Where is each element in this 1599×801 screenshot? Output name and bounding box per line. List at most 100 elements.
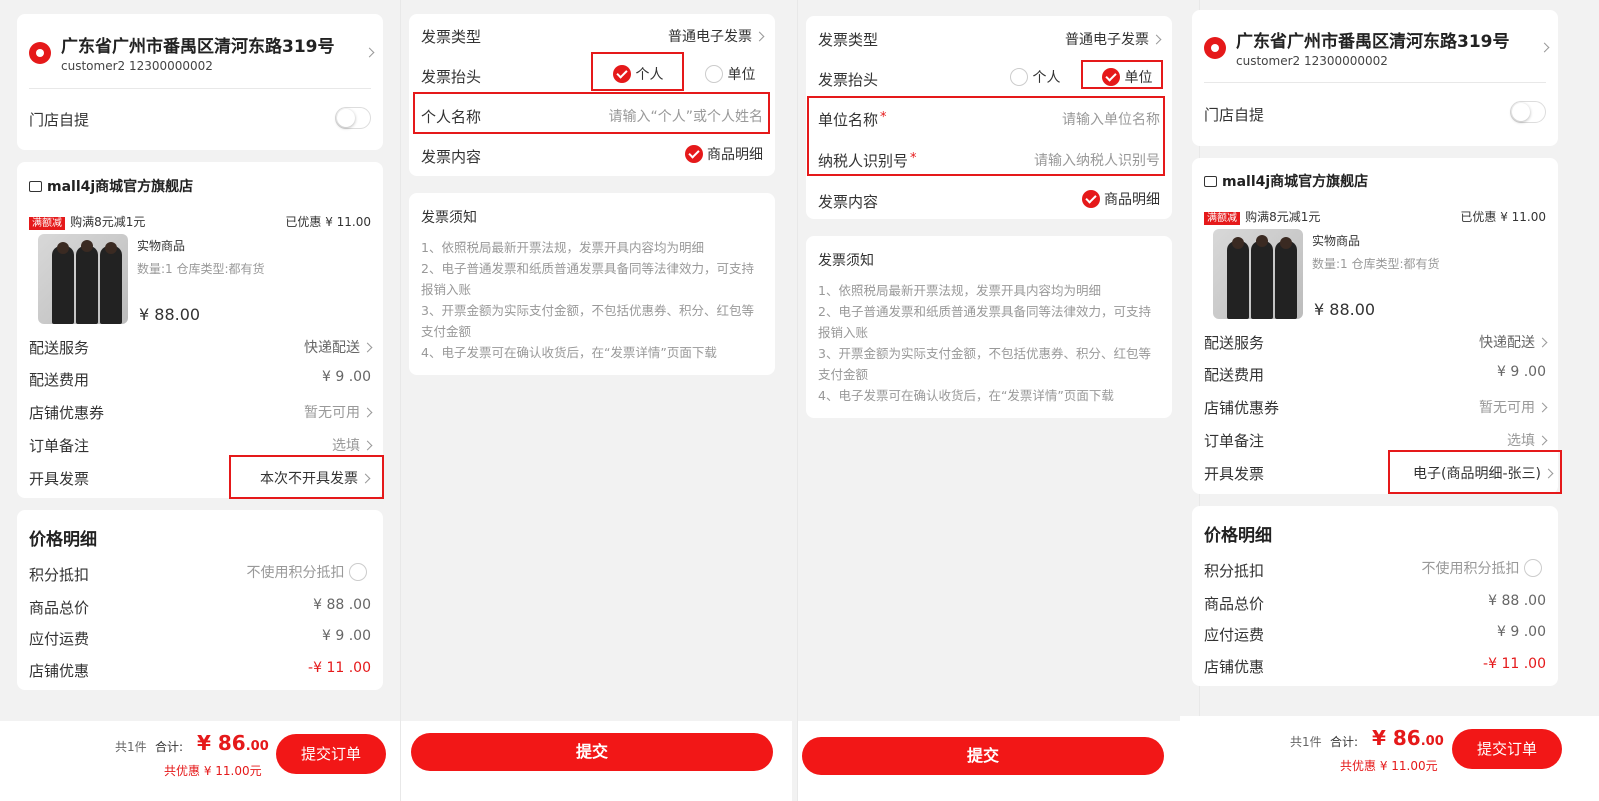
location-pin-icon [1204,37,1226,59]
product-image[interactable] [1213,229,1303,319]
sum-label: 合计: [155,740,184,754]
chevron-right-icon [364,47,375,58]
price-title: 价格明细 [29,530,97,550]
coupon-value: 暂无可用 [304,405,360,421]
order-panel-2: 广东省广州市番禺区清河东路319号 customer2 12300000002 … [1180,0,1599,801]
fee-value: ¥ 9 .00 [322,369,371,385]
invoice-personal-panel: 发票类型 普通电子发票 发票抬头 个人 单位 个人名称 请输入“个人”或个人姓名… [400,0,792,801]
product-image[interactable] [38,234,128,324]
remark-value: 选填 [332,438,360,454]
coupon-row[interactable]: 暂无可用 [304,402,373,422]
remark-row[interactable]: 选填 [1507,430,1548,450]
points-value: 不使用积分抵扣 [246,565,345,581]
radio-unchecked-icon [705,65,723,83]
notice-item: 2、电子普通发票和纸质普通发票具备同等法律效力，可支持报销入账 [818,304,1151,340]
points-radio[interactable] [349,563,367,581]
chevron-right-icon [362,440,373,451]
invoice-type-row[interactable]: 普通电子发票 [1065,29,1162,49]
address-card[interactable]: 广东省广州市番禺区清河东路319号 customer2 12300000002 … [17,14,383,150]
pickup-toggle[interactable] [335,107,371,129]
fee-value: ¥ 9 .00 [1497,364,1546,380]
notice-title: 发票须知 [421,210,477,226]
price-title: 价格明细 [1204,526,1272,546]
delivery-label: 配送服务 [29,339,90,357]
remark-row[interactable]: 选填 [332,435,373,455]
price-card: 价格明细 积分抵扣 不使用积分抵扣 商品总价 ¥ 88 .00 应付运费 ¥ 9… [17,510,383,690]
shop-name: mall4j商城官方旗舰店 [29,176,193,196]
chevron-right-icon [1537,435,1548,446]
goods-total-value: ¥ 88 .00 [1488,593,1546,609]
chevron-right-icon [754,31,765,42]
promo-badge: 满额减 [29,217,65,230]
goods-total-label: 商品总价 [1204,595,1265,613]
opt-company-label: 单位 [727,67,756,83]
opt-personal-label: 个人 [1032,70,1061,86]
invoice-type-value: 普通电子发票 [1065,32,1149,48]
content-option[interactable]: 商品明细 [1081,189,1160,209]
promo-row: 满额减 购满8元减1元 [29,211,145,230]
address-text: 广东省广州市番禺区清河东路319号 [61,37,335,57]
shop-name-text: mall4j商城官方旗舰店 [47,179,194,195]
radio-unchecked-icon [1010,68,1028,86]
delivery-value: 快递配送 [1479,335,1535,351]
chevron-right-icon [362,342,373,353]
points-row[interactable]: 不使用积分抵扣 [1422,558,1542,578]
coupon-row[interactable]: 暂无可用 [1479,397,1548,417]
pickup-label: 门店自提 [29,111,90,129]
notice-list: 1、依照税局最新开票法规，发票开具内容均为明细 2、电子普通发票和纸质普通发票具… [421,237,766,363]
shop-icon [1204,176,1217,187]
shop-card: mall4j商城官方旗舰店 满额减 购满8元减1元 已优惠 ¥ 11.00 实物… [1192,158,1558,494]
notice-list: 1、依照税局最新开票法规，发票开具内容均为明细 2、电子普通发票和纸质普通发票具… [818,280,1163,406]
points-row[interactable]: 不使用积分抵扣 [247,562,367,582]
notice-item: 3、开票金额为实际支付金额，不包括优惠券、积分、红包等支付金额 [818,346,1151,382]
content-option[interactable]: 商品明细 [684,144,763,164]
invoice-label: 开具发票 [1204,465,1265,483]
chevron-right-icon [1151,34,1162,45]
promo-row: 满额减 购满8元减1元 [1204,206,1320,225]
shop-icon [29,181,42,192]
goods-total-label: 商品总价 [29,599,90,617]
notice-item: 4、电子发票可在确认收货后，在“发票详情”页面下载 [818,388,1114,403]
invoice-header-label: 发票抬头 [421,68,482,86]
discount-value: -¥ 11 .00 [1483,656,1546,672]
invoice-type-row[interactable]: 普通电子发票 [668,26,765,46]
address-card[interactable]: 广东省广州市番禺区清河东路319号 customer2 12300000002 … [1192,10,1558,146]
delivery-row[interactable]: 快递配送 [304,337,373,357]
shop-card: mall4j商城官方旗舰店 满额减 购满8元减1元 已优惠 ¥ 11.00 实物… [17,162,383,498]
chevron-right-icon [1537,337,1548,348]
invoice-notice-card: 发票须知 1、依照税局最新开票法规，发票开具内容均为明细 2、电子普通发票和纸质… [806,236,1172,418]
submit-invoice-button[interactable]: 提交 [802,737,1164,775]
invoice-label: 开具发票 [29,470,90,488]
content-value: 商品明细 [1104,192,1160,208]
invoice-type-label: 发票类型 [818,31,879,49]
content-value: 商品明细 [707,147,763,163]
goods-total-value: ¥ 88 .00 [313,597,371,613]
pickup-toggle[interactable] [1510,101,1546,123]
discount-label: 店铺优惠 [29,662,90,680]
invoice-company-panel: 发票类型 普通电子发票 发票抬头 个人 单位 单位名称 * 请输入单位名称 纳税人… [797,0,1199,801]
saved-amount: 共优惠 ¥ 11.00元 [164,764,262,778]
opt-personal[interactable]: 个人 [1010,67,1060,87]
invoice-type-label: 发票类型 [421,28,482,46]
notice-item: 1、依照税局最新开票法规，发票开具内容均为明细 [818,283,1101,298]
delivery-row[interactable]: 快递配送 [1479,332,1548,352]
chevron-right-icon [1537,402,1548,413]
highlight-box [413,92,770,134]
points-radio[interactable] [1524,559,1542,577]
product-meta: 数量:1 仓库类型:都有货 [137,262,265,276]
opt-company[interactable]: 单位 [705,64,755,84]
invoice-content-label: 发票内容 [421,148,482,166]
total-cents: .00 [1420,734,1444,749]
address-text: 广东省广州市番禺区清河东路319号 [1236,32,1510,52]
submit-order-button[interactable]: 提交订单 [1452,729,1562,769]
notice-item: 4、电子发票可在确认收货后，在“发票详情”页面下载 [421,345,717,360]
delivery-value: 快递配送 [304,340,360,356]
pickup-label: 门店自提 [1204,106,1265,124]
submit-order-button[interactable]: 提交订单 [276,734,386,774]
highlight-box [591,52,684,91]
submit-invoice-button[interactable]: 提交 [411,733,773,771]
fee-label: 配送费用 [29,371,90,389]
total-value: ¥ 86 [197,731,246,755]
promo-saved: 已优惠 ¥ 11.00 [1460,210,1546,224]
chevron-right-icon [362,407,373,418]
